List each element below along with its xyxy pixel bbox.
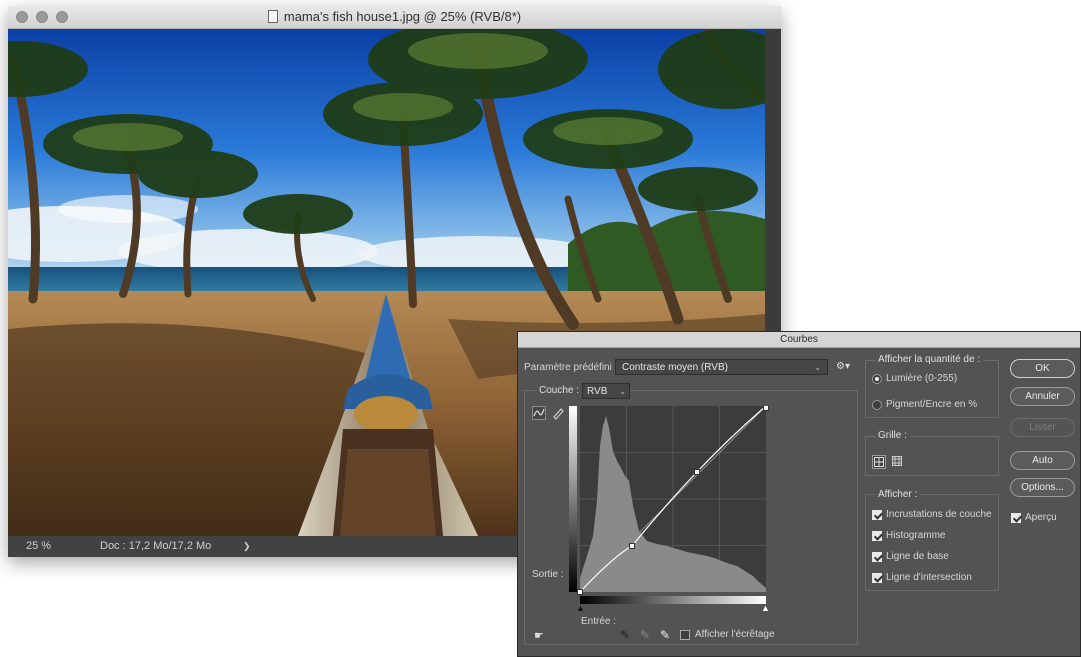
black-eyedropper-icon[interactable]: ✎	[620, 628, 630, 642]
pencil-icon[interactable]	[551, 406, 565, 420]
pigment-label: Pigment/Encre en %	[886, 399, 978, 410]
channel-value: RVB	[587, 386, 608, 397]
white-eyedropper-icon[interactable]: ✎	[660, 628, 670, 642]
preview-checkbox[interactable]	[1011, 513, 1021, 523]
dialog-title[interactable]: Courbes	[518, 332, 1080, 348]
preview-label: Aperçu	[1025, 512, 1057, 523]
pigment-radio[interactable]	[872, 400, 882, 410]
light-label: Lumière (0-255)	[886, 373, 958, 384]
histogram-checkbox[interactable]	[872, 531, 882, 541]
cancel-button[interactable]: Annuler	[1010, 387, 1075, 406]
curve-point[interactable]	[763, 406, 769, 411]
channel-label: Couche :	[536, 385, 583, 396]
white-point-slider[interactable]: ▲	[761, 603, 770, 613]
document-title: mama's fish house1.jpg @ 25% (RVB/8*)	[8, 9, 781, 24]
input-label: Entrée :	[581, 616, 617, 627]
grid-title: Grille :	[875, 430, 910, 441]
smooth-button[interactable]: Lisser	[1010, 418, 1075, 437]
intersection-line-checkbox[interactable]	[872, 573, 882, 583]
curves-dialog: Courbes Paramètre prédéfini : Contraste …	[517, 331, 1081, 657]
chevron-down-icon: ⌄	[814, 363, 821, 372]
auto-button[interactable]: Auto	[1010, 451, 1075, 470]
light-radio[interactable]	[872, 374, 882, 384]
preset-label: Paramètre prédéfini :	[524, 362, 618, 373]
input-gradient-bar	[580, 596, 766, 604]
curve-point[interactable]	[577, 589, 583, 595]
ok-button[interactable]: OK	[1010, 359, 1075, 378]
zoom-level[interactable]: 25 %	[26, 540, 51, 552]
document-size-info: Doc : 17,2 Mo/17,2 Mo	[100, 540, 212, 552]
clipping-label: Afficher l'écrêtage	[695, 629, 775, 640]
show-options-title: Afficher :	[875, 489, 921, 500]
output-label: Sortie :	[532, 569, 564, 580]
black-point-slider[interactable]: ▲	[576, 603, 585, 613]
curve-point-tool-icon[interactable]	[532, 406, 546, 420]
channel-overlays-checkbox[interactable]	[872, 510, 882, 520]
file-icon	[267, 10, 278, 23]
output-gradient-bar	[569, 406, 577, 592]
detailed-grid-icon[interactable]	[891, 455, 905, 469]
document-titlebar[interactable]: mama's fish house1.jpg @ 25% (RVB/8*)	[8, 6, 781, 29]
clipping-checkbox[interactable]	[680, 630, 690, 640]
curve-point[interactable]	[694, 469, 700, 475]
display-amount-title: Afficher la quantité de :	[875, 354, 984, 365]
channel-dropdown[interactable]: RVB ⌄	[582, 383, 630, 399]
preset-options-gear-icon[interactable]: ⚙▾	[836, 361, 850, 372]
target-adjustment-icon[interactable]: ☛	[534, 629, 544, 642]
chevron-down-icon: ⌄	[619, 387, 626, 396]
curves-graph[interactable]	[569, 406, 769, 606]
simple-grid-icon[interactable]	[872, 455, 886, 469]
channel-overlays-label: Incrustations de couche	[886, 509, 992, 520]
options-button[interactable]: Options...	[1010, 478, 1075, 497]
preset-value: Contraste moyen (RVB)	[622, 362, 728, 373]
curve-point[interactable]	[629, 543, 635, 549]
intersection-line-label: Ligne d'intersection	[886, 572, 972, 583]
status-menu-arrow-icon[interactable]: ❯	[243, 541, 251, 552]
baseline-checkbox[interactable]	[872, 552, 882, 562]
histogram-label: Histogramme	[886, 530, 946, 541]
gray-eyedropper-icon[interactable]: ✎	[640, 628, 650, 642]
baseline-label: Ligne de base	[886, 551, 949, 562]
preset-dropdown[interactable]: Contraste moyen (RVB) ⌄	[615, 359, 828, 375]
